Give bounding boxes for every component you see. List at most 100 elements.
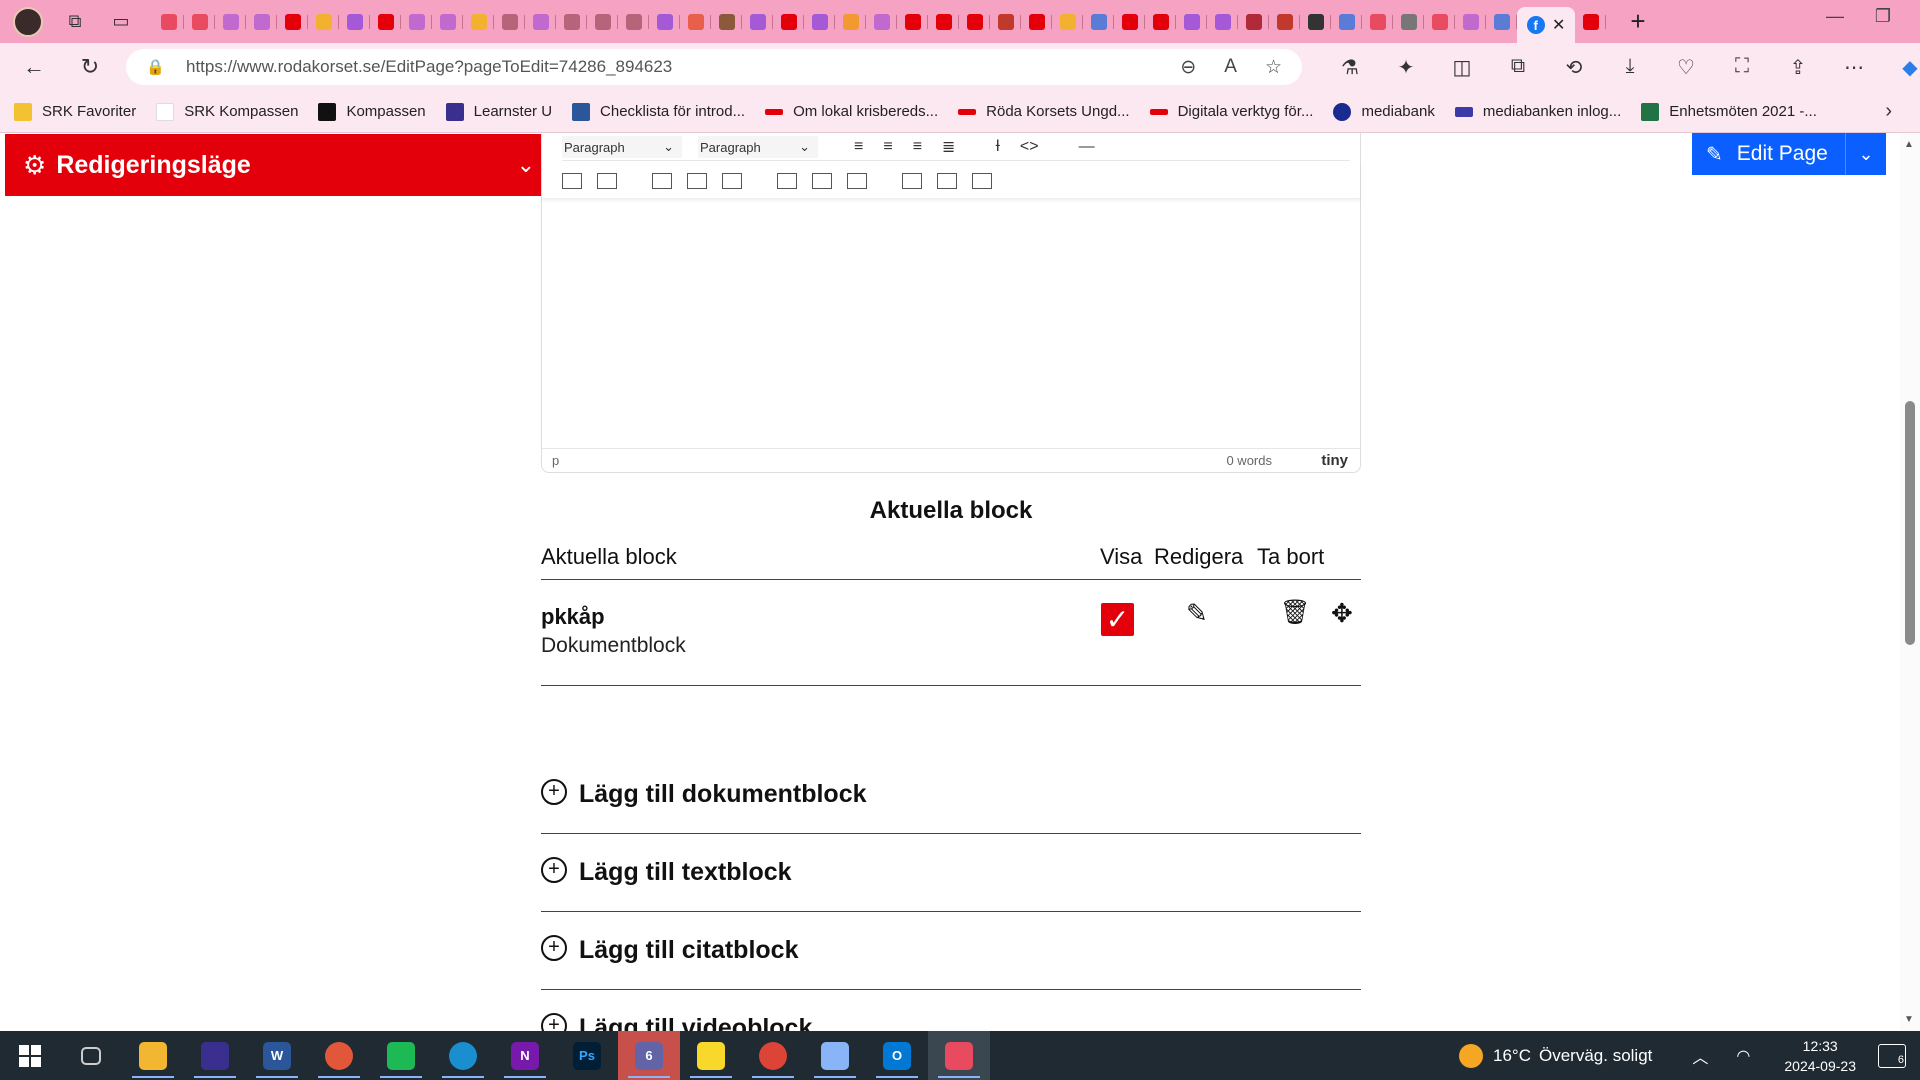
tab[interactable] — [1083, 7, 1114, 37]
split-screen-icon[interactable]: ◫ — [1434, 55, 1490, 80]
minimize-icon[interactable]: — — [1810, 6, 1860, 27]
edit-mode-panel[interactable]: ⚙ Redigeringsläge ⌄ — [5, 134, 555, 196]
insert-row-before-icon[interactable] — [687, 172, 707, 189]
tab[interactable] — [1052, 7, 1083, 37]
tab[interactable] — [928, 7, 959, 37]
tab[interactable] — [742, 7, 773, 37]
code-icon[interactable]: <> — [1020, 138, 1039, 156]
tab[interactable] — [1021, 7, 1052, 37]
tab[interactable] — [1176, 7, 1207, 37]
tab[interactable] — [401, 7, 432, 37]
tab[interactable] — [897, 7, 928, 37]
add-document-block-button[interactable]: + Lägg till dokumentblock — [541, 756, 1361, 834]
start-button[interactable] — [0, 1044, 60, 1067]
bookmark-kompassen[interactable]: Kompassen — [318, 102, 426, 121]
favorite-star-icon[interactable]: ☆ — [1265, 56, 1282, 79]
copilot-icon[interactable]: ◆ — [1882, 55, 1920, 80]
wifi-icon[interactable]: ◠ — [1736, 1046, 1750, 1066]
tab[interactable] — [494, 7, 525, 37]
taskbar-app-green[interactable] — [370, 1031, 432, 1080]
bookmark-enhetsmoten[interactable]: Enhetsmöten 2021 -... — [1641, 102, 1817, 121]
tab[interactable] — [1269, 7, 1300, 37]
insert-col-after-icon[interactable] — [902, 172, 922, 189]
share-icon[interactable]: ⇪ — [1770, 55, 1826, 80]
tab[interactable] — [432, 7, 463, 37]
tab[interactable] — [587, 7, 618, 37]
element-path[interactable]: p — [552, 453, 559, 468]
bookmark-srk-favoriter[interactable]: SRK Favoriter — [14, 102, 136, 121]
taskbar-chrome[interactable] — [742, 1031, 804, 1080]
tiny-logo[interactable]: tiny — [1321, 452, 1348, 469]
workspaces-icon[interactable]: ⧉ — [61, 8, 89, 36]
format-select[interactable]: Paragraph ⌄ — [698, 136, 818, 158]
horizontal-line-icon[interactable]: — — [1079, 138, 1095, 156]
align-right-icon[interactable]: ≡ — [913, 138, 922, 156]
tab[interactable] — [215, 7, 246, 37]
align-left-icon[interactable]: ≡ — [854, 138, 863, 156]
insert-row-after-icon[interactable] — [722, 172, 742, 189]
tab[interactable] — [1486, 7, 1517, 37]
tab[interactable] — [1114, 7, 1145, 37]
profile-avatar[interactable] — [13, 6, 43, 37]
chevron-up-icon[interactable]: ︿ — [1692, 1044, 1708, 1068]
tab[interactable] — [525, 7, 556, 37]
trash-icon[interactable]: 🗑 — [1280, 598, 1310, 627]
taskbar-word[interactable]: W — [246, 1031, 308, 1080]
back-icon[interactable]: ← — [16, 49, 52, 85]
scroll-down-icon[interactable]: ▼ — [1904, 1014, 1914, 1025]
extensions-icon[interactable]: ✦ — [1378, 55, 1434, 80]
table-icon[interactable] — [562, 172, 582, 189]
tab[interactable] — [370, 7, 401, 37]
rich-text-editor[interactable]: Paragraph ⌄ Paragraph ⌄ ≡ ≡ ≡ ≣ Ɨ <> — p… — [541, 133, 1361, 473]
scroll-up-icon[interactable]: ▲ — [1904, 139, 1914, 150]
collections-icon[interactable]: ⧉ — [1490, 55, 1546, 80]
refresh-icon[interactable]: ↻ — [72, 49, 108, 85]
bookmark-ungdom[interactable]: Röda Korsets Ungd... — [958, 103, 1130, 120]
taskbar-outlook[interactable]: O — [866, 1031, 928, 1080]
split-cell-icon[interactable] — [937, 172, 957, 189]
tab[interactable] — [339, 7, 370, 37]
taskbar-photoshop[interactable]: Ps — [556, 1031, 618, 1080]
add-quote-block-button[interactable]: + Lägg till citatblock — [541, 912, 1361, 990]
tab[interactable] — [556, 7, 587, 37]
lock-icon[interactable]: 🔒 — [146, 58, 166, 76]
tab[interactable] — [680, 7, 711, 37]
edit-page-button[interactable]: ✎ Edit Page — [1692, 133, 1846, 175]
bookmark-krisberedskap[interactable]: Om lokal krisbereds... — [765, 103, 938, 120]
tab[interactable] — [1331, 7, 1362, 37]
taskbar-edge[interactable] — [432, 1031, 494, 1080]
tab[interactable] — [711, 7, 742, 37]
tab[interactable] — [1238, 7, 1269, 37]
tab[interactable] — [649, 7, 680, 37]
delete-col-icon[interactable] — [972, 172, 992, 189]
move-icon[interactable]: ✥ — [1331, 598, 1353, 629]
bookmark-checklista[interactable]: Checklista för introd... — [572, 102, 745, 121]
delete-row-icon[interactable] — [847, 172, 867, 189]
tab[interactable] — [1393, 7, 1424, 37]
tab[interactable] — [866, 7, 897, 37]
tab[interactable] — [463, 7, 494, 37]
bookmark-mediabanken-inlog[interactable]: mediabanken inlog... — [1454, 103, 1621, 120]
tab[interactable] — [959, 7, 990, 37]
editor-content-area[interactable] — [542, 201, 1360, 447]
clock[interactable]: 12:33 2024-09-23 — [1784, 1036, 1856, 1076]
tab[interactable] — [990, 7, 1021, 37]
tab-actions-icon[interactable]: ▭ — [107, 8, 135, 36]
more-icon[interactable]: ⋯ — [1826, 55, 1882, 80]
taskbar-app[interactable] — [804, 1031, 866, 1080]
table-row-props-icon[interactable] — [652, 172, 672, 189]
add-text-block-button[interactable]: + Lägg till textblock — [541, 834, 1361, 912]
close-icon[interactable]: ✕ — [1552, 15, 1565, 35]
tab[interactable] — [1207, 7, 1238, 37]
edit-pencil-icon[interactable]: ✎ — [1186, 598, 1208, 629]
tab[interactable] — [1575, 7, 1606, 37]
performance-icon[interactable]: ♡ — [1658, 55, 1714, 80]
bookmark-digitala-verktyg[interactable]: Digitala verktyg för... — [1149, 103, 1313, 120]
bookmark-srk-kompassen[interactable]: SRK Kompassen — [156, 102, 298, 121]
insert-col-before-icon[interactable] — [812, 172, 832, 189]
url-text[interactable]: https://www.rodakorset.se/EditPage?pageT… — [186, 57, 672, 77]
taskbar-sticky-notes[interactable] — [680, 1031, 742, 1080]
notification-icon[interactable]: 6 — [1878, 1043, 1906, 1068]
tab[interactable] — [835, 7, 866, 37]
address-bar[interactable]: 🔒 https://www.rodakorset.se/EditPage?pag… — [126, 49, 1302, 85]
